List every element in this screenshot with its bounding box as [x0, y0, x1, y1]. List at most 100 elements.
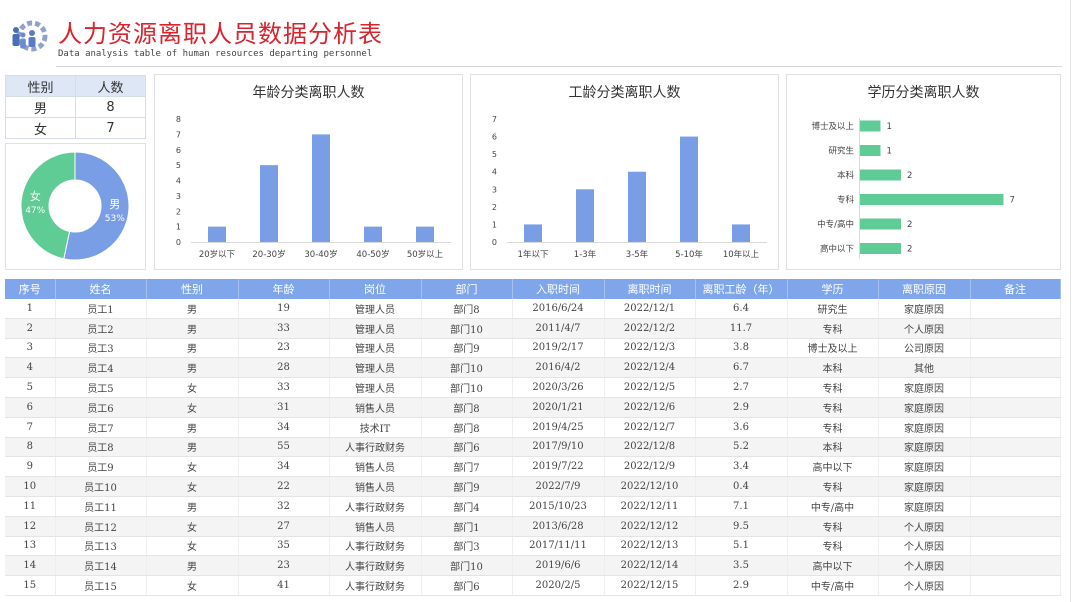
- gender-cell: 女: [146, 377, 239, 398]
- column-header-position: 岗位: [329, 279, 422, 299]
- name-cell: 员工3: [55, 338, 147, 359]
- tenure-cell: 3.8: [695, 338, 788, 359]
- leave-date-cell: 2022/12/1: [604, 299, 696, 319]
- name-cell: 员工11: [55, 496, 147, 517]
- hire-date-cell: 2019/2/17: [512, 338, 605, 359]
- gender-cell: 女: [146, 536, 239, 557]
- leave-date-cell: 2022/12/3: [604, 338, 696, 359]
- x-tick-label: 1-3年: [574, 249, 597, 260]
- seq-cell: 6: [5, 397, 56, 418]
- bar: [860, 243, 901, 254]
- tenure-cell: 7.1: [695, 496, 788, 517]
- bar: [732, 224, 750, 242]
- count-cell: 7: [75, 117, 146, 139]
- age-chart-panel: 年龄分类离职人数 0 1 2 3 4 5 6 7 8 20岁以下 20-30岁 30-40岁 40-50…: [154, 74, 463, 270]
- slice-label: 女: [30, 189, 41, 203]
- education-cell: 专科: [787, 536, 879, 557]
- reason-cell: 其他: [878, 357, 971, 379]
- y-tick-label: 2: [492, 203, 497, 212]
- leave-date-cell: 2022/12/13: [604, 536, 696, 557]
- leave-date-cell: 2022/12/2: [604, 318, 696, 339]
- gender-cell: 男: [146, 338, 239, 359]
- y-tick-label: 5: [492, 150, 497, 159]
- x-tick-label: 5-10年: [675, 249, 703, 260]
- people-gear-logo-icon: [12, 20, 48, 52]
- value-label: 2: [907, 171, 912, 181]
- gender-cell: 男: [146, 496, 239, 517]
- column-header-leave-date: 离职时间: [604, 279, 696, 299]
- column-header-age: 年龄: [238, 279, 330, 299]
- slice-label: 男: [109, 198, 120, 211]
- seq-cell: 9: [5, 456, 56, 478]
- hire-date-cell: 2019/7/22: [512, 456, 605, 478]
- position-cell: 管理人员: [329, 338, 422, 359]
- position-cell: 管理人员: [329, 318, 422, 339]
- name-cell: 员工8: [55, 437, 147, 458]
- table-row: 1 员工1 男 19 管理人员 部门8 2016/6/24 2022/12/1 6.4 研究生 家庭…: [5, 299, 1061, 319]
- leave-date-cell: 2022/12/7: [604, 417, 696, 438]
- value-label: 2: [907, 220, 912, 230]
- seq-cell: 1: [5, 299, 56, 319]
- department-cell: 部门7: [421, 456, 513, 478]
- gender-summary-row: 男 8: [5, 96, 146, 118]
- tenure-chart-panel: 工龄分类离职人数 0 1 2 3 4 5 6 7 1年以下 1-3年 3-5年 5-10年 10年以上: [470, 74, 779, 270]
- age-cell: 33: [238, 318, 330, 339]
- table-row: 15 员工15 女 41 人事行政财务 部门6 2020/2/5 2022/12/15 2.9 中…: [5, 575, 1061, 596]
- gender-cell: 女: [146, 476, 239, 497]
- y-tick-label: 7: [176, 130, 181, 139]
- seq-cell: 5: [5, 377, 56, 398]
- bar: [260, 165, 278, 242]
- education-cell: 专科: [787, 377, 879, 398]
- bar: [680, 136, 698, 242]
- departure-data-table: 序号 姓名 性别 年龄 岗位 部门 入职时间 离职时间 离职工龄（年） 学历 离职原因 备注 1 员工1…: [5, 279, 1061, 596]
- education-cell: 本科: [787, 437, 879, 458]
- bar: [860, 120, 881, 132]
- department-cell: 部门4: [421, 496, 513, 517]
- gender-cell: 女: [146, 456, 239, 478]
- reason-cell: 家庭原因: [878, 456, 971, 478]
- seq-cell: 7: [5, 417, 56, 438]
- age-cell: 28: [238, 357, 330, 379]
- bar: [416, 226, 434, 242]
- education-cell: 专科: [787, 417, 879, 438]
- age-cell: 27: [238, 516, 330, 537]
- remark-cell: [970, 357, 1061, 379]
- name-cell: 员工10: [55, 476, 147, 497]
- tenure-cell: 3.6: [695, 417, 788, 438]
- name-cell: 员工14: [55, 555, 147, 577]
- hire-date-cell: 2020/1/21: [512, 397, 605, 418]
- tenure-cell: 2.9: [695, 575, 788, 596]
- position-cell: 管理人员: [329, 357, 422, 379]
- reason-cell: 个人原因: [878, 536, 971, 557]
- column-header-reason: 离职原因: [878, 279, 971, 299]
- education-cell: 专科: [787, 397, 879, 418]
- y-tick-label: 3: [176, 192, 181, 201]
- gender-summary-table: 性别 人数 男 8 女 7: [5, 75, 146, 139]
- education-cell: 专科: [787, 516, 879, 537]
- value-label: 2: [907, 245, 912, 255]
- seq-cell: 2: [5, 318, 56, 339]
- table-row: 6 员工6 女 31 销售人员 部门8 2020/1/21 2022/12/6 2.9 专科 家庭原…: [5, 397, 1061, 418]
- position-cell: 管理人员: [329, 377, 422, 398]
- reason-cell: 家庭原因: [878, 377, 971, 398]
- education-chart-panel: 学历分类离职人数 博士及以上 1 研究生 1 本科 2 专科 7 中专/高中 2 高中以下 2: [786, 74, 1061, 270]
- leave-date-cell: 2022/12/6: [604, 397, 696, 418]
- position-cell: 人事行政财务: [329, 575, 422, 596]
- age-cell: 19: [238, 299, 330, 319]
- y-tick-label: 7: [492, 115, 497, 124]
- category-label: 研究生: [828, 146, 854, 157]
- category-label: 博士及以上: [811, 121, 854, 132]
- education-cell: 专科: [787, 476, 879, 497]
- count-header-cell: 人数: [75, 75, 146, 97]
- reason-cell: 家庭原因: [878, 417, 971, 438]
- position-cell: 技术IT: [329, 417, 422, 438]
- remark-cell: [970, 417, 1061, 438]
- header-divider: [56, 66, 1062, 67]
- y-tick-label: 3: [492, 185, 497, 194]
- department-cell: 部门10: [421, 318, 513, 339]
- gender-header-cell: 性别: [5, 75, 76, 97]
- column-header-remark: 备注: [970, 279, 1061, 299]
- y-tick-label: 1: [492, 220, 497, 229]
- reason-cell: 个人原因: [878, 575, 971, 596]
- leave-date-cell: 2022/12/12: [604, 516, 696, 537]
